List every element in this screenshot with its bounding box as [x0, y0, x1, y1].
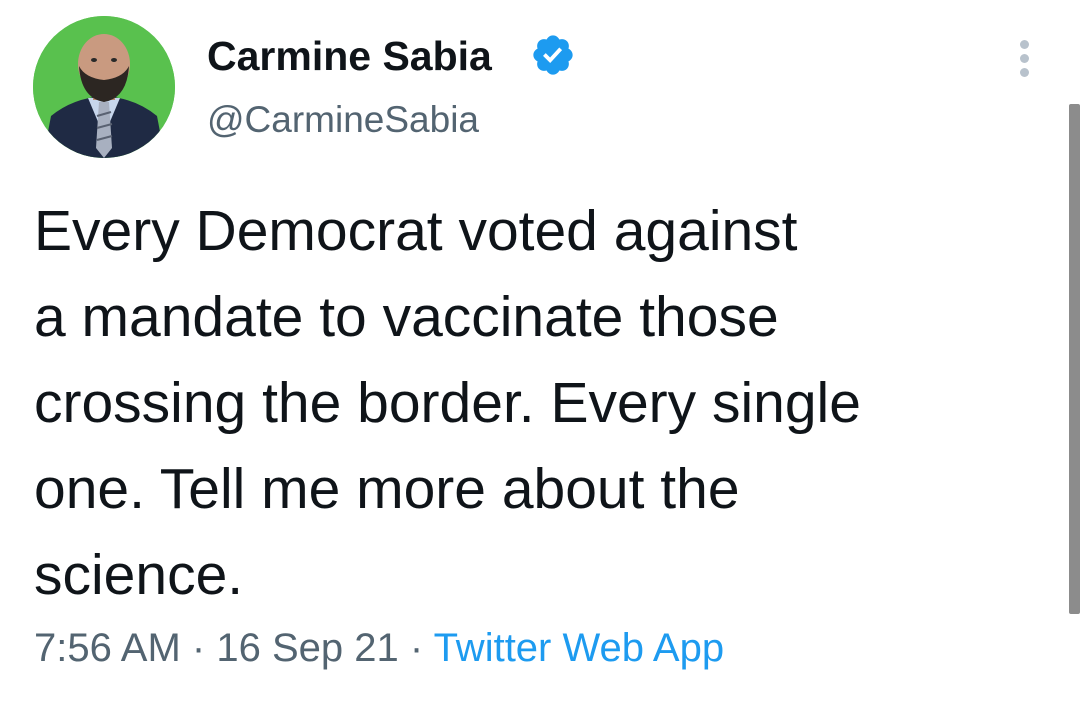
more-dot	[1020, 54, 1029, 63]
more-vertical-icon[interactable]	[1010, 38, 1042, 78]
tweet-text: Every Democrat voted against a mandate t…	[34, 188, 1034, 618]
avatar[interactable]	[33, 16, 175, 158]
avatar-image	[33, 16, 175, 158]
meta-separator: ·	[409, 626, 424, 670]
tweet-time[interactable]: 7:56 AM	[34, 626, 181, 670]
tweet-text-line: one. Tell me more about the	[34, 457, 740, 521]
tweet-text-line: crossing the border. Every single	[34, 371, 861, 435]
verified-badge-icon	[530, 32, 576, 78]
tweet-meta: 7:56 AM · 16 Sep 21 · Twitter Web App	[34, 622, 724, 674]
more-dot	[1020, 68, 1029, 77]
tweet-text-line: science.	[34, 543, 244, 607]
tweet-source-link[interactable]: Twitter Web App	[434, 626, 725, 670]
meta-separator: ·	[191, 626, 206, 670]
more-dot	[1020, 40, 1029, 49]
tweet-date[interactable]: 16 Sep 21	[216, 626, 398, 670]
tweet-text-line: a mandate to vaccinate those	[34, 285, 779, 349]
scrollbar[interactable]	[1069, 104, 1080, 614]
user-handle[interactable]: @CarmineSabia	[207, 98, 479, 142]
tweet-text-line: Every Democrat voted against	[34, 199, 798, 263]
display-name[interactable]: Carmine Sabia	[207, 32, 492, 80]
tweet-card: Carmine Sabia @CarmineSabia Every Democr…	[0, 0, 1080, 705]
